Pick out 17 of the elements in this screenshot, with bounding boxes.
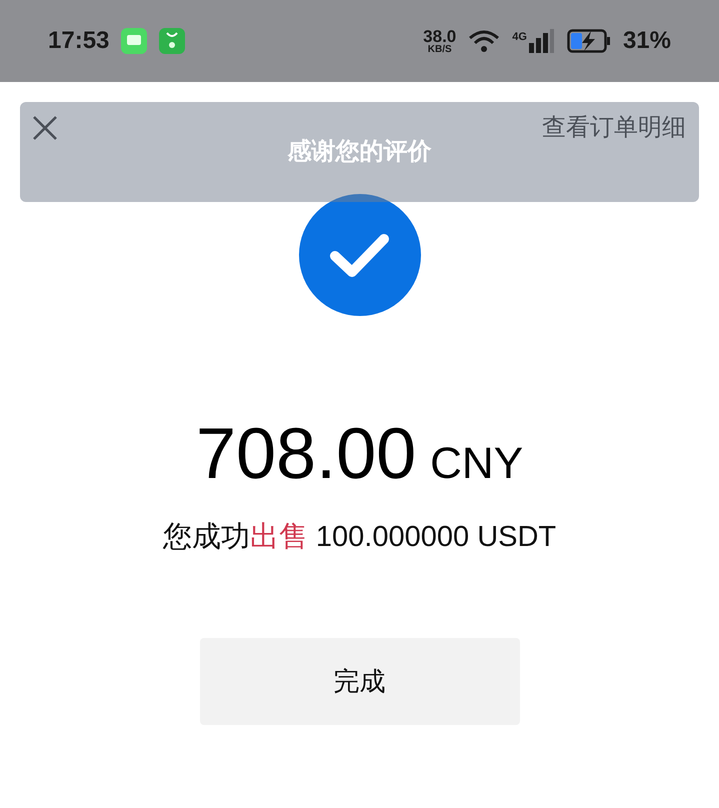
battery-percent: 31% xyxy=(622,26,671,56)
app-icon xyxy=(159,28,186,54)
close-button[interactable] xyxy=(32,115,58,141)
wifi-icon xyxy=(468,29,500,53)
battery-charging-icon xyxy=(566,29,611,53)
clock: 17:53 xyxy=(48,26,110,56)
amount: 708.00 xyxy=(196,418,416,490)
chat-icon xyxy=(121,28,148,54)
done-button[interactable]: 完成 xyxy=(200,638,520,724)
order-details-link[interactable]: 查看订单明细 xyxy=(542,110,686,146)
toast-message: 感谢您的评价 xyxy=(288,137,432,167)
network-speed: 38.0 KB/S xyxy=(423,28,456,54)
currency: CNY xyxy=(430,442,524,486)
network-type: 4G xyxy=(512,30,527,45)
sale-summary: 您成功出售 100.000000 USDT xyxy=(162,520,558,555)
signal-icon xyxy=(528,29,555,53)
success-check-icon xyxy=(298,194,420,316)
